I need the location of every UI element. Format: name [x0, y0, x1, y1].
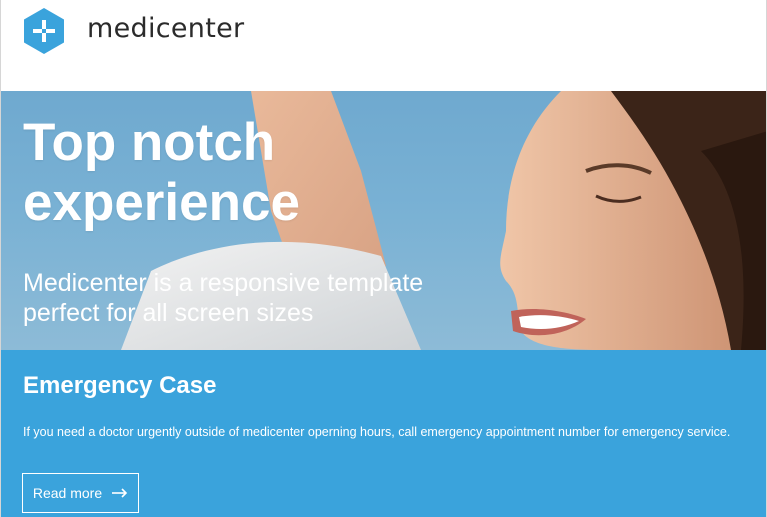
hero-title: Top notch experience — [23, 113, 300, 232]
read-more-label: Read more — [32, 485, 103, 501]
site-header: medicenter — [1, 0, 766, 91]
page: medicenter Top notch experience Medicent… — [0, 0, 767, 517]
brand-name: medicenter — [87, 12, 245, 44]
arrow-right-icon — [112, 488, 128, 498]
read-more-button[interactable]: Read more — [22, 473, 139, 513]
plus-hexagon-icon — [24, 8, 64, 54]
emergency-section: Emergency Case If you need a doctor urge… — [1, 350, 766, 517]
emergency-text: If you need a doctor urgently outside of… — [23, 425, 731, 439]
hero-subtitle: Medicenter is a responsive template perf… — [23, 269, 424, 327]
hero-banner: Top notch experience Medicenter is a res… — [1, 91, 766, 350]
logo-link[interactable]: medicenter — [23, 7, 244, 55]
emergency-title: Emergency Case — [23, 372, 217, 399]
